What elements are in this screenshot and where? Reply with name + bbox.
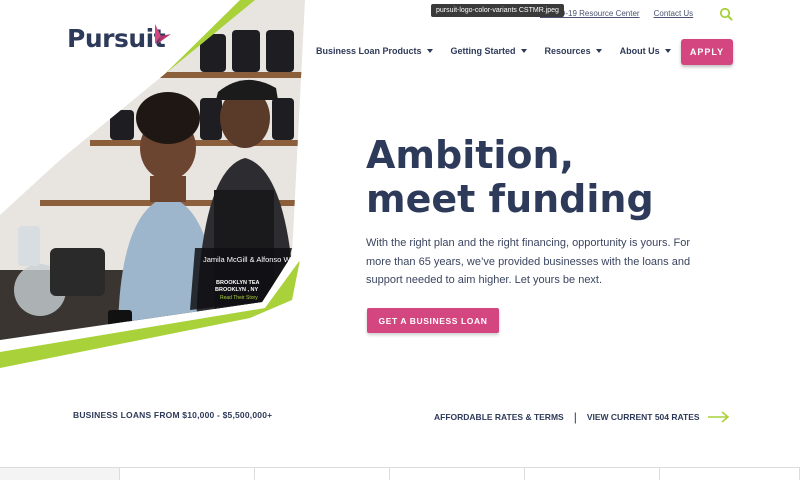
chevron-down-icon [595, 49, 602, 53]
affordable-rates-link[interactable]: AFFORDABLE RATES & TERMS [434, 412, 564, 422]
headline-line-1: Ambition, [366, 133, 575, 177]
hero-description: With the right plan and the right financ… [366, 237, 691, 286]
separator: | [573, 410, 577, 424]
read-story-link[interactable]: Read Their Story [220, 295, 258, 301]
nav-about-us[interactable]: About Us [620, 46, 671, 56]
nav-resources[interactable]: Resources [545, 46, 602, 56]
pursuit-logo[interactable]: Pursuit [67, 24, 171, 53]
nav-label: Resources [544, 46, 591, 56]
product-tab[interactable] [390, 468, 525, 480]
product-tab[interactable] [660, 468, 800, 480]
apply-button[interactable]: APPLY [681, 39, 733, 65]
product-tab[interactable] [255, 468, 390, 480]
photo-caption-names: Jamila McGill & Alfonso Wright [203, 255, 306, 264]
nav-label: Getting Started [450, 46, 516, 56]
view-rates-link[interactable]: VIEW CURRENT 504 RATES [587, 412, 700, 422]
hero-photo: Jamila McGill & Alfonso Wright BROOKLYN … [0, 0, 306, 368]
image-filename-tooltip: pursuit-logo-color-variants CSTMR.jpeg [431, 4, 564, 17]
get-business-loan-button[interactable]: GET A BUSINESS LOAN [367, 308, 499, 333]
headline-line-2: meet funding [366, 177, 654, 221]
search-icon[interactable] [719, 7, 733, 21]
nav-getting-started[interactable]: Getting Started [451, 46, 527, 56]
product-tabs-strip [0, 467, 800, 480]
nav-business-loan-products[interactable]: Business Loan Products [316, 46, 433, 56]
chevron-down-icon [426, 49, 433, 53]
hero-headline: Ambition, meet funding [366, 133, 654, 221]
chevron-down-icon [520, 49, 527, 53]
photo-caption-location: BROOKLYN , NY [215, 287, 259, 293]
product-tab[interactable] [525, 468, 660, 480]
nav-label: Business Loan Products [316, 46, 422, 56]
loan-range-text: BUSINESS LOANS FROM $10,000 - $5,500,000… [73, 410, 273, 420]
photo-caption-business: BROOKLYN TEA [216, 280, 260, 286]
logo-bird-icon [155, 24, 171, 44]
chevron-down-icon [664, 49, 671, 53]
nav-label: About Us [619, 46, 660, 56]
main-nav: Business Loan Products Getting Started R… [316, 46, 671, 56]
arrow-right-icon[interactable] [707, 411, 730, 423]
rates-bar: AFFORDABLE RATES & TERMS | VIEW CURRENT … [434, 410, 730, 424]
product-tab[interactable] [120, 468, 255, 480]
product-tab[interactable] [0, 468, 120, 480]
contact-us-link[interactable]: Contact Us [654, 9, 694, 18]
